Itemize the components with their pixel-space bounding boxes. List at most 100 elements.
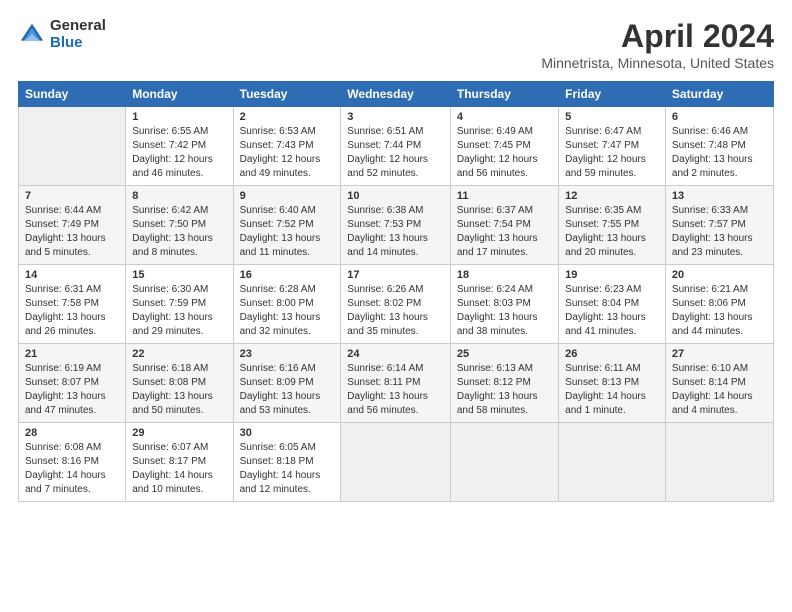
table-row [559,423,666,502]
cell-content: Sunrise: 6:30 AM Sunset: 7:59 PM Dayligh… [132,283,226,339]
table-row [450,423,558,502]
day-number: 1 [132,111,226,123]
day-number: 2 [240,111,335,123]
table-row: 14 Sunrise: 6:31 AM Sunset: 7:58 PM Dayli… [19,265,126,344]
cell-content: Sunrise: 6:46 AM Sunset: 7:48 PM Dayligh… [672,125,767,181]
col-thursday: Thursday [450,82,558,107]
table-row: 22Sunrise: 6:18 AM Sunset: 8:08 PM Dayli… [126,344,233,423]
cell-content: Sunrise: 6:11 AM Sunset: 8:13 PM Dayligh… [565,362,659,418]
day-number: 28 [25,427,119,439]
table-row: 8 Sunrise: 6:42 AM Sunset: 7:50 PM Daylig… [126,186,233,265]
day-number: 22 [132,348,226,360]
cell-content: Sunrise: 6:49 AM Sunset: 7:45 PM Dayligh… [457,125,552,181]
day-number: 26 [565,348,659,360]
day-number: 15 [132,269,226,281]
logo: General Blue [18,18,106,51]
cell-content: Sunrise: 6:16 AM Sunset: 8:09 PM Dayligh… [240,362,335,418]
cell-content: Sunrise: 6:55 AM Sunset: 7:42 PM Dayligh… [132,125,226,181]
table-row: 26 Sunrise: 6:11 AM Sunset: 8:13 PM Dayli… [559,344,666,423]
cell-content: Sunrise: 6:19 AM Sunset: 8:07 PM Dayligh… [25,362,119,418]
table-row [341,423,451,502]
col-saturday: Saturday [665,82,773,107]
cell-content: Sunrise: 6:44 AM Sunset: 7:49 PM Dayligh… [25,204,119,260]
table-row: 20Sunrise: 6:21 AM Sunset: 8:06 PM Dayli… [665,265,773,344]
cell-content: Sunrise: 6:53 AM Sunset: 7:43 PM Dayligh… [240,125,335,181]
table-row: 18Sunrise: 6:24 AM Sunset: 8:03 PM Dayli… [450,265,558,344]
day-number: 19 [565,269,659,281]
table-row: 28 Sunrise: 6:08 AM Sunset: 8:16 PM Dayli… [19,423,126,502]
table-row: 29 Sunrise: 6:07 AM Sunset: 8:17 PM Dayli… [126,423,233,502]
logo-general: General [50,18,106,35]
logo-text: General Blue [50,18,106,51]
col-wednesday: Wednesday [341,82,451,107]
table-row: 19 Sunrise: 6:23 AM Sunset: 8:04 PM Dayli… [559,265,666,344]
table-row: 13 Sunrise: 6:33 AM Sunset: 7:57 PM Dayli… [665,186,773,265]
day-number: 17 [347,269,444,281]
cell-content: Sunrise: 6:13 AM Sunset: 8:12 PM Dayligh… [457,362,552,418]
cell-content: Sunrise: 6:23 AM Sunset: 8:04 PM Dayligh… [565,283,659,339]
cell-content: Sunrise: 6:26 AM Sunset: 8:02 PM Dayligh… [347,283,444,339]
day-number: 10 [347,190,444,202]
day-number: 9 [240,190,335,202]
cell-content: Sunrise: 6:51 AM Sunset: 7:44 PM Dayligh… [347,125,444,181]
cell-content: Sunrise: 6:42 AM Sunset: 7:50 PM Dayligh… [132,204,226,260]
table-row: 12 Sunrise: 6:35 AM Sunset: 7:55 PM Dayli… [559,186,666,265]
cell-content: Sunrise: 6:21 AM Sunset: 8:06 PM Dayligh… [672,283,767,339]
calendar-header-row: Sunday Monday Tuesday Wednesday Thursday… [19,82,774,107]
logo-icon [18,21,46,49]
cell-content: Sunrise: 6:07 AM Sunset: 8:17 PM Dayligh… [132,441,226,497]
cell-content: Sunrise: 6:31 AM Sunset: 7:58 PM Dayligh… [25,283,119,339]
cell-content: Sunrise: 6:33 AM Sunset: 7:57 PM Dayligh… [672,204,767,260]
cell-content: Sunrise: 6:35 AM Sunset: 7:55 PM Dayligh… [565,204,659,260]
table-row: 30 Sunrise: 6:05 AM Sunset: 8:18 PM Dayli… [233,423,341,502]
day-number: 16 [240,269,335,281]
cell-content: Sunrise: 6:47 AM Sunset: 7:47 PM Dayligh… [565,125,659,181]
table-row: 11 Sunrise: 6:37 AM Sunset: 7:54 PM Dayli… [450,186,558,265]
cell-content: Sunrise: 6:14 AM Sunset: 8:11 PM Dayligh… [347,362,444,418]
day-number: 8 [132,190,226,202]
table-row: 6 Sunrise: 6:46 AM Sunset: 7:48 PM Daylig… [665,107,773,186]
table-row: 7 Sunrise: 6:44 AM Sunset: 7:49 PM Daylig… [19,186,126,265]
day-number: 25 [457,348,552,360]
cell-content: Sunrise: 6:08 AM Sunset: 8:16 PM Dayligh… [25,441,119,497]
table-row: 17 Sunrise: 6:26 AM Sunset: 8:02 PM Dayli… [341,265,451,344]
cell-content: Sunrise: 6:38 AM Sunset: 7:53 PM Dayligh… [347,204,444,260]
day-number: 23 [240,348,335,360]
day-number: 11 [457,190,552,202]
main-title: April 2024 [541,18,774,55]
table-row: 16 Sunrise: 6:28 AM Sunset: 8:00 PM Dayli… [233,265,341,344]
table-row: 9Sunrise: 6:40 AM Sunset: 7:52 PM Daylig… [233,186,341,265]
col-sunday: Sunday [19,82,126,107]
calendar-week-3: 14 Sunrise: 6:31 AM Sunset: 7:58 PM Dayli… [19,265,774,344]
page: General Blue April 2024 Minnetrista, Min… [0,0,792,612]
day-number: 6 [672,111,767,123]
day-number: 13 [672,190,767,202]
day-number: 21 [25,348,119,360]
day-number: 12 [565,190,659,202]
day-number: 29 [132,427,226,439]
table-row: 1 Sunrise: 6:55 AM Sunset: 7:42 PM Daylig… [126,107,233,186]
table-row: 27Sunrise: 6:10 AM Sunset: 8:14 PM Dayli… [665,344,773,423]
cell-content: Sunrise: 6:05 AM Sunset: 8:18 PM Dayligh… [240,441,335,497]
col-tuesday: Tuesday [233,82,341,107]
table-row: 21 Sunrise: 6:19 AM Sunset: 8:07 PM Dayli… [19,344,126,423]
subtitle: Minnetrista, Minnesota, United States [541,55,774,71]
table-row: 23 Sunrise: 6:16 AM Sunset: 8:09 PM Dayli… [233,344,341,423]
table-row: 5 Sunrise: 6:47 AM Sunset: 7:47 PM Daylig… [559,107,666,186]
table-row: 3 Sunrise: 6:51 AM Sunset: 7:44 PM Daylig… [341,107,451,186]
col-monday: Monday [126,82,233,107]
table-row: 2 Sunrise: 6:53 AM Sunset: 7:43 PM Daylig… [233,107,341,186]
calendar-week-4: 21 Sunrise: 6:19 AM Sunset: 8:07 PM Dayli… [19,344,774,423]
day-number: 3 [347,111,444,123]
col-friday: Friday [559,82,666,107]
table-row [19,107,126,186]
day-number: 7 [25,190,119,202]
day-number: 30 [240,427,335,439]
day-number: 5 [565,111,659,123]
table-row: 4Sunrise: 6:49 AM Sunset: 7:45 PM Daylig… [450,107,558,186]
logo-blue: Blue [50,35,106,52]
cell-content: Sunrise: 6:37 AM Sunset: 7:54 PM Dayligh… [457,204,552,260]
table-row: 10 Sunrise: 6:38 AM Sunset: 7:53 PM Dayli… [341,186,451,265]
cell-content: Sunrise: 6:28 AM Sunset: 8:00 PM Dayligh… [240,283,335,339]
day-number: 14 [25,269,119,281]
